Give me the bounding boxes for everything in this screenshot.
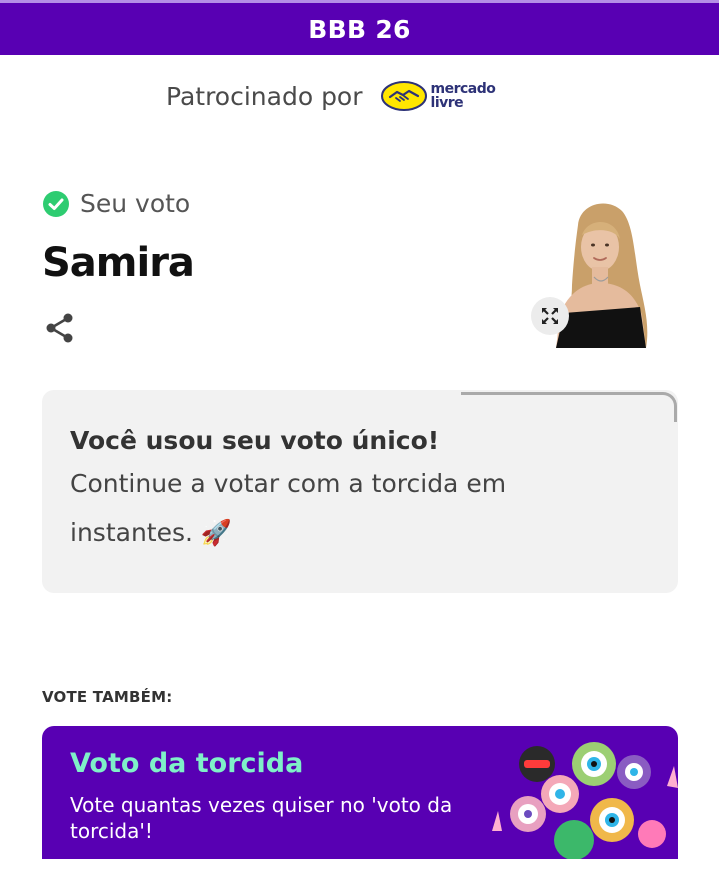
vote-status-label: Seu voto [80, 189, 191, 218]
share-icon[interactable] [44, 312, 76, 344]
fan-vote-card[interactable]: Voto da torcida Vote quantas vezes quise… [42, 726, 678, 859]
mascots-illustration [492, 742, 678, 859]
sponsor-label: Patrocinado por [166, 81, 363, 111]
sponsor-banner: Patrocinado por mercado livre [166, 80, 496, 112]
logo-text-line1: mercado [430, 81, 496, 97]
handshake-logo-icon [380, 81, 427, 111]
expand-photo-button[interactable] [531, 297, 569, 335]
mercado-livre-logo: mercado livre [380, 80, 496, 112]
fan-vote-title: Voto da torcida [70, 748, 304, 779]
check-circle-icon [43, 190, 69, 217]
fan-vote-description: Vote quantas vezes quiser no 'voto da to… [70, 793, 453, 843]
notice-body-line2: instantes. 🚀 [70, 518, 233, 547]
notice-title: Você usou seu voto único! [70, 426, 440, 455]
notice-body-line1: Continue a votar com a torcida em [70, 469, 507, 498]
expand-icon [542, 308, 558, 324]
vote-status: Seu voto [42, 189, 190, 218]
candidate-name: Samira [42, 240, 195, 286]
page-title: BBB 26 [308, 14, 411, 44]
notice-body: Continue a votar com a torcida em instan… [70, 459, 650, 557]
vote-also-label: VOTE TAMBÉM: [42, 688, 173, 706]
countdown-progress-indicator [461, 392, 677, 422]
top-bar: BBB 26 [0, 0, 719, 55]
logo-text-line2: livre [430, 95, 464, 111]
